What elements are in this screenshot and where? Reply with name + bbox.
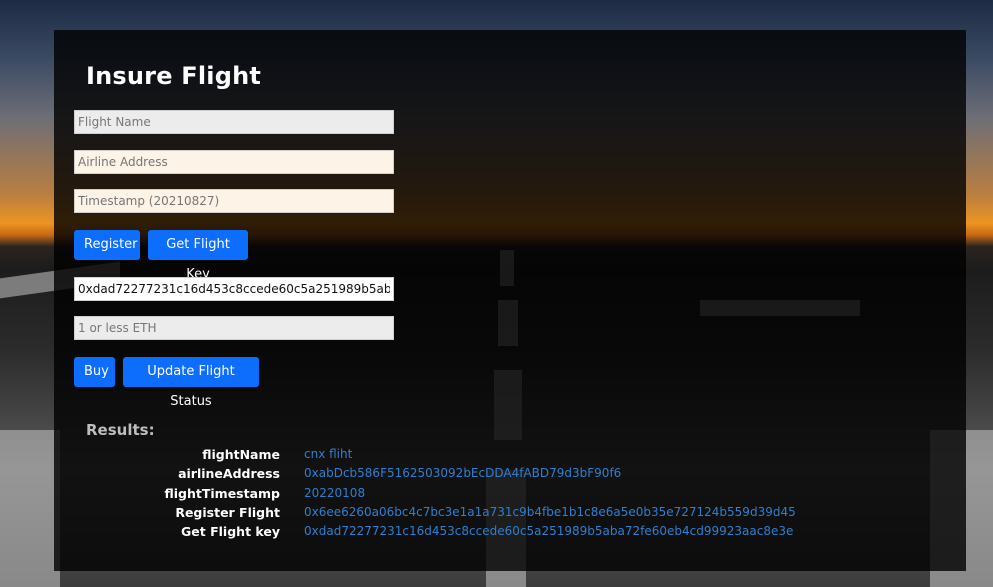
flight-key-input[interactable] bbox=[74, 277, 394, 301]
flight-name-input[interactable] bbox=[74, 110, 394, 134]
timestamp-input[interactable] bbox=[74, 189, 394, 213]
result-key: Get Flight key bbox=[181, 524, 280, 539]
result-row: airlineAddress 0xabDcb586F5162503092bEcD… bbox=[0, 466, 993, 484]
buy-button[interactable]: Buy bbox=[74, 357, 115, 387]
airline-address-input[interactable] bbox=[74, 150, 394, 174]
result-row: Get Flight key 0xdad72277231c16d453c8cce… bbox=[0, 524, 993, 542]
result-row: flightName cnx fliht bbox=[0, 447, 993, 465]
result-key: Register Flight bbox=[175, 505, 280, 520]
get-flight-key-button[interactable]: Get Flight Key bbox=[148, 230, 248, 282]
result-value: 0xdad72277231c16d453c8ccede60c5a251989b5… bbox=[304, 524, 794, 538]
results-heading: Results: bbox=[86, 421, 155, 439]
page-title: Insure Flight bbox=[86, 62, 262, 90]
result-key: flightName bbox=[202, 447, 280, 462]
result-value: 0xabDcb586F5162503092bEcDDA4fABD79d3bF90… bbox=[304, 466, 622, 480]
result-key: airlineAddress bbox=[178, 466, 280, 481]
result-key: flightTimestamp bbox=[164, 486, 280, 501]
result-value: 0x6ee6260a06bc4c7bc3e1a1a731c9b4fbe1b1c8… bbox=[304, 505, 796, 519]
result-value: cnx fliht bbox=[304, 447, 353, 461]
register-button[interactable]: Register bbox=[74, 230, 140, 260]
update-flight-status-button[interactable]: Update Flight Status bbox=[123, 357, 259, 409]
eth-amount-input[interactable] bbox=[74, 316, 394, 340]
result-row: Register Flight 0x6ee6260a06bc4c7bc3e1a1… bbox=[0, 505, 993, 523]
result-row: flightTimestamp 20220108 bbox=[0, 486, 993, 504]
result-value: 20220108 bbox=[304, 486, 366, 500]
